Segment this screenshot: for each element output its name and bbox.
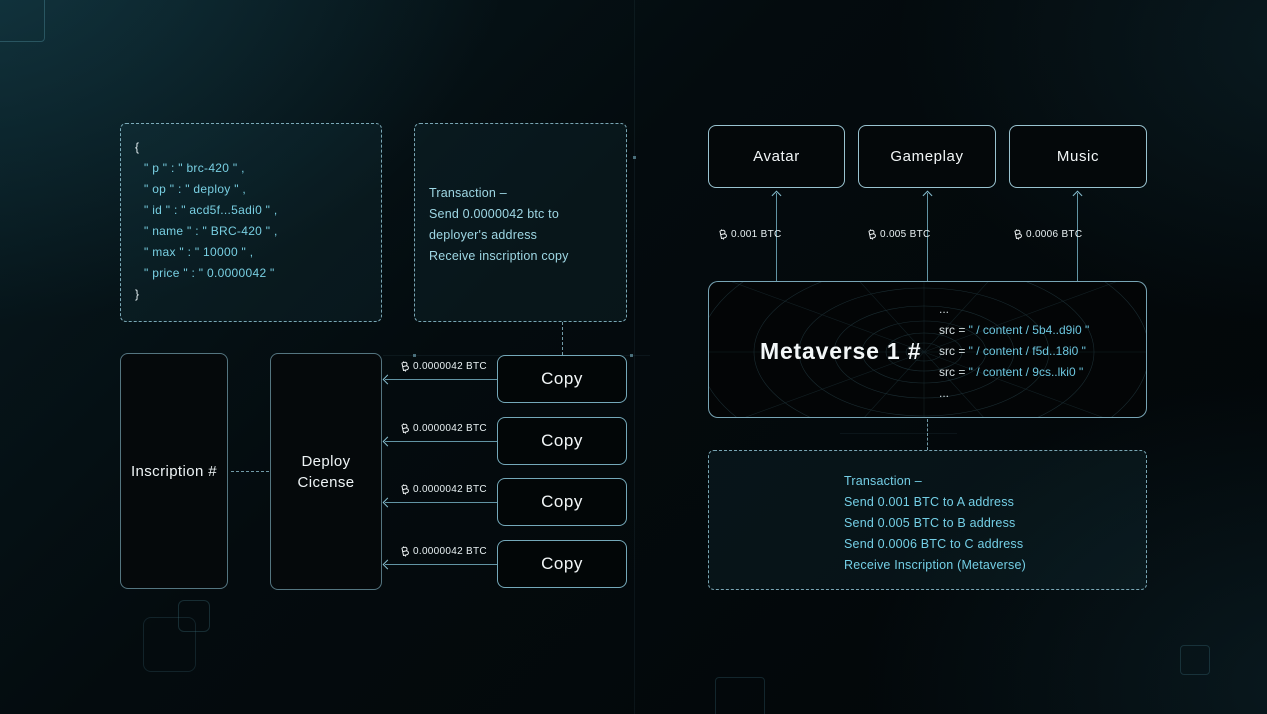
grid-node [633, 156, 636, 159]
mint-amount-1: 0.0000042 BTC [400, 361, 487, 372]
deploy-json-box: { " p " : " brc-420 " , " op " : " deplo… [120, 123, 382, 322]
arrow-left-icon [382, 559, 393, 570]
bitcoin-icon [401, 484, 409, 495]
json-open-brace: { [135, 140, 140, 154]
mint-arrow-4 [385, 564, 497, 565]
connector-inscription-deploy [231, 471, 269, 472]
src-line-2: src = " / content / f5d..18i0 " [939, 344, 1086, 358]
ellipsis-top: ... [939, 302, 950, 316]
deploy-license-box: Deploy Cicense [270, 353, 382, 590]
fee-label-avatar: 0.001 BTC [718, 229, 782, 240]
decor-square-right [1180, 645, 1210, 675]
metaverse-title: Metaverse 1 # [760, 338, 922, 364]
connector-transaction-copy [562, 322, 563, 355]
transaction-receive: Receive Inscription (Metaverse) [844, 558, 1026, 572]
mint-arrow-1 [385, 379, 497, 380]
deploy-license-line1: Deploy [301, 452, 351, 470]
category-box-avatar: Avatar [708, 125, 845, 188]
bitcoin-icon [401, 546, 409, 557]
arrow-left-icon [382, 436, 393, 447]
transaction-receive-line: Receive inscription copy [429, 249, 569, 263]
corner-bracket-decoration [0, 0, 45, 42]
category-box-music: Music [1009, 125, 1147, 188]
arrow-up-icon [922, 190, 933, 201]
json-line-name: " name " : " BRC-420 " , [144, 224, 278, 238]
fee-amount: 0.001 BTC [731, 229, 782, 240]
inscription-box: Inscription # [120, 353, 228, 589]
arrow-left-icon [382, 374, 393, 385]
ellipsis-bottom: ... [939, 386, 950, 400]
grid-node [413, 354, 416, 357]
category-label-avatar: Avatar [753, 148, 800, 165]
json-line-price: " price " : " 0.0000042 " [144, 266, 275, 280]
copy-button-1[interactable]: Copy [497, 355, 627, 403]
grid-line-vertical [634, 0, 635, 714]
amount-text: 0.0000042 BTC [413, 546, 487, 557]
mint-transaction-box: Transaction – Send 0.001 BTC to A addres… [708, 450, 1147, 590]
arrow-up-icon [771, 190, 782, 201]
json-line-p: " p " : " brc-420 " , [144, 161, 245, 175]
mint-amount-3: 0.0000042 BTC [400, 484, 487, 495]
transaction-send-b: Send 0.005 BTC to B address [844, 516, 1016, 530]
decor-square-bottom [715, 677, 765, 714]
fee-label-gameplay: 0.005 BTC [867, 229, 931, 240]
transaction-send-a: Send 0.001 BTC to A address [844, 495, 1015, 509]
bitcoin-icon [868, 229, 876, 240]
deploy-transaction-box: Transaction – Send 0.0000042 btc to depl… [414, 123, 627, 322]
src-line-3: src = " / content / 9cs..lki0 " [939, 365, 1084, 379]
metaverse-src-code: ... src = " / content / 5b4..d9i0 " src … [939, 299, 1089, 404]
json-line-id: " id " : " acd5f...5adi0 " , [144, 203, 278, 217]
arrow-up-icon [1072, 190, 1083, 201]
src-line-1: src = " / content / 5b4..d9i0 " [939, 323, 1090, 337]
copy-button-3[interactable]: Copy [497, 478, 627, 526]
copy-button-2[interactable]: Copy [497, 417, 627, 465]
amount-text: 0.0000042 BTC [413, 484, 487, 495]
mint-amount-2: 0.0000042 BTC [400, 423, 487, 434]
decor-square-large [143, 617, 196, 672]
fee-label-music: 0.0006 BTC [1013, 229, 1082, 240]
copy-button-4[interactable]: Copy [497, 540, 627, 588]
fee-amount: 0.0006 BTC [1026, 229, 1083, 240]
inscription-label: Inscription # [130, 462, 218, 480]
mint-arrow-3 [385, 502, 497, 503]
amount-text: 0.0000042 BTC [413, 423, 487, 434]
json-line-op: " op " : " deploy " , [144, 182, 247, 196]
bitcoin-icon [1014, 229, 1022, 240]
bitcoin-icon [401, 361, 409, 372]
category-box-gameplay: Gameplay [858, 125, 996, 188]
amount-text: 0.0000042 BTC [413, 361, 487, 372]
fee-amount: 0.005 BTC [880, 229, 931, 240]
category-label-music: Music [1056, 148, 1100, 165]
diagram-canvas: { " p " : " brc-420 " , " op " : " deplo… [0, 0, 1267, 714]
json-close-brace: } [135, 287, 140, 301]
arrow-left-icon [382, 497, 393, 508]
metaverse-box: Metaverse 1 # ... src = " / content / 5b… [708, 281, 1147, 418]
mint-arrow-2 [385, 441, 497, 442]
transaction-title: Transaction – [429, 186, 507, 200]
transaction-send-line: Send 0.0000042 btc to deployer's address [429, 207, 559, 242]
deploy-license-line2: Cicense [297, 473, 355, 491]
bitcoin-icon [401, 423, 409, 434]
category-label-gameplay: Gameplay [890, 148, 964, 165]
bitcoin-icon [719, 229, 727, 240]
grid-line-horizontal [840, 433, 957, 434]
grid-node [630, 354, 633, 357]
transaction-send-c: Send 0.0006 BTC to C address [844, 537, 1024, 551]
connector-metaverse-transaction [927, 419, 928, 450]
json-line-max: " max " : " 10000 " , [144, 245, 254, 259]
mint-amount-4: 0.0000042 BTC [400, 546, 487, 557]
transaction-title: Transaction – [844, 474, 922, 488]
